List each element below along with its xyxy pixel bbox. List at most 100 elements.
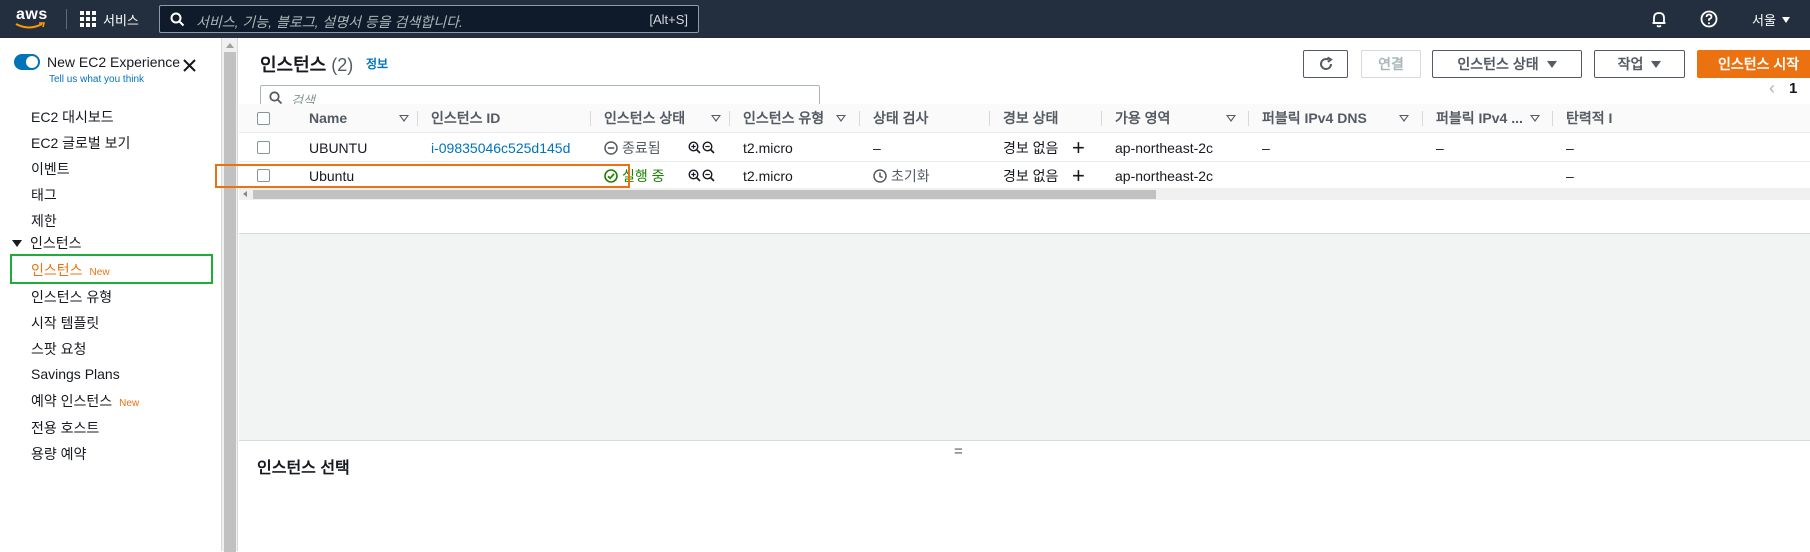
- connect-button[interactable]: 연결: [1361, 50, 1421, 78]
- column-divider: [1101, 111, 1102, 126]
- close-icon[interactable]: [182, 58, 197, 73]
- aws-logo[interactable]: aws: [14, 6, 50, 32]
- cell-name: UBUNTU: [309, 140, 368, 156]
- instances-panel: 인스턴스 (2) 정보 연결 인스턴스 상태 작업 인스턴스 시작 검색 ‹ 1…: [239, 38, 1810, 234]
- sort-icon[interactable]: [1226, 115, 1236, 122]
- sidebar-item-launch-templates[interactable]: 시작 템플릿: [31, 313, 99, 333]
- sidebar-item-reserved-instances[interactable]: 예약 인스턴스 New: [31, 391, 139, 411]
- nav-divider: [66, 9, 67, 29]
- actions-button[interactable]: 작업: [1594, 50, 1685, 78]
- new-experience-toggle[interactable]: [14, 54, 40, 70]
- highlight-box: [215, 164, 630, 188]
- table-horizontal-scrollbar[interactable]: [239, 188, 1810, 200]
- column-header-instance-type[interactable]: 인스턴스 유형: [743, 104, 824, 133]
- sidebar-section-instances[interactable]: 인스턴스: [12, 233, 82, 253]
- sidebar-item-savings-plans[interactable]: Savings Plans: [31, 366, 120, 382]
- clock-icon: [873, 169, 887, 183]
- column-header-instance-state[interactable]: 인스턴스 상태: [604, 104, 685, 133]
- refresh-button[interactable]: [1303, 50, 1348, 78]
- search-shortcut: [Alt+S]: [649, 12, 688, 27]
- stopped-icon: [604, 141, 618, 155]
- highlight-box: [10, 254, 213, 284]
- caret-down-icon: [1781, 16, 1790, 23]
- sort-icon[interactable]: [711, 115, 721, 122]
- refresh-icon: [1319, 56, 1333, 70]
- launch-instances-button[interactable]: 인스턴스 시작: [1697, 50, 1810, 78]
- sidebar-item-label: 예약 인스턴스: [31, 393, 113, 409]
- table-header: Name 인스턴스 ID 인스턴스 상태 인스턴스 유형 상태 검사 경보 상태…: [239, 104, 1810, 133]
- row-checkbox[interactable]: [257, 141, 270, 154]
- column-divider: [1248, 111, 1249, 126]
- column-header-public-dns[interactable]: 퍼블릭 IPv4 DNS: [1262, 104, 1367, 133]
- scroll-up-icon[interactable]: [226, 43, 234, 48]
- add-alarm-icon[interactable]: +: [1072, 162, 1085, 190]
- cell-instance-id[interactable]: i-09835046c525d145d: [431, 134, 570, 162]
- cell-public-ipv4: –: [1436, 140, 1444, 156]
- top-navigation: aws 서비스 서비스, 기능, 블로그, 설명서 등을 검색합니다. [Alt…: [0, 0, 1810, 38]
- column-header-alarm-status[interactable]: 경보 상태: [1003, 104, 1058, 133]
- prev-page-icon[interactable]: ‹: [1769, 78, 1775, 99]
- cell-alarm: 경보 없음: [1003, 168, 1059, 184]
- details-panel: = 인스턴스 선택: [239, 440, 1810, 551]
- help-icon[interactable]: [1700, 10, 1718, 28]
- scroll-left-icon[interactable]: [243, 191, 247, 197]
- pagination: ‹ 1: [1769, 78, 1797, 99]
- global-search-input[interactable]: 서비스, 기능, 블로그, 설명서 등을 검색합니다. [Alt+S]: [159, 5, 699, 33]
- table-row[interactable]: UBUNTU i-09835046c525d145d 종료됨 t2.micro …: [239, 134, 1810, 162]
- cell-type: t2.micro: [743, 168, 793, 184]
- add-alarm-icon[interactable]: +: [1072, 134, 1085, 162]
- aws-smile-icon: [15, 22, 46, 29]
- column-header-availability-zone[interactable]: 가용 영역: [1115, 104, 1170, 133]
- sidebar-section-label: 인스턴스: [30, 235, 82, 251]
- feedback-link[interactable]: Tell us what you think: [49, 74, 144, 85]
- cell-type: t2.micro: [743, 140, 793, 156]
- sidebar-item-global-view[interactable]: EC2 글로벌 보기: [31, 133, 130, 153]
- sidebar-item-dashboard[interactable]: EC2 대시보드: [31, 107, 114, 127]
- instance-count: (2): [331, 55, 354, 75]
- sidebar-item-events[interactable]: 이벤트: [31, 159, 70, 179]
- sort-icon[interactable]: [836, 115, 846, 122]
- page-title-text: 인스턴스: [260, 55, 327, 75]
- column-header-name[interactable]: Name: [309, 104, 347, 133]
- scrollbar-thumb[interactable]: [253, 190, 1156, 199]
- instance-state-button[interactable]: 인스턴스 상태: [1432, 50, 1582, 78]
- column-header-status-check[interactable]: 상태 검사: [873, 104, 928, 133]
- sidebar-item-spot-requests[interactable]: 스팟 요청: [31, 339, 86, 359]
- details-panel-title: 인스턴스 선택: [257, 460, 350, 477]
- column-header-elastic-ip[interactable]: 탄력적 I: [1566, 104, 1612, 133]
- scrollbar-thumb[interactable]: [224, 52, 236, 552]
- column-header-instance-id[interactable]: 인스턴스 ID: [431, 104, 500, 133]
- sidebar-scrollbar[interactable]: [222, 38, 238, 552]
- zoom-icons[interactable]: [688, 141, 716, 155]
- info-link[interactable]: 정보: [366, 55, 388, 72]
- cell-zone: ap-northeast-2c: [1115, 168, 1214, 184]
- column-divider: [729, 111, 730, 126]
- sort-icon[interactable]: [399, 115, 409, 122]
- column-header-public-ipv4[interactable]: 퍼블릭 IPv4 ...: [1436, 104, 1523, 133]
- caret-down-icon: [1546, 60, 1557, 68]
- select-all-checkbox[interactable]: [257, 112, 270, 125]
- zoom-icons[interactable]: [688, 169, 716, 183]
- cell-zone: ap-northeast-2c: [1115, 140, 1214, 156]
- column-divider: [989, 111, 990, 126]
- sidebar-item-instance-types[interactable]: 인스턴스 유형: [31, 287, 112, 307]
- column-divider: [859, 111, 860, 126]
- cell-state: 종료됨: [604, 134, 661, 162]
- region-selector[interactable]: 서울: [1752, 10, 1790, 29]
- cell-elastic-ip: –: [1566, 168, 1574, 184]
- cell-alarm: 경보 없음: [1003, 140, 1059, 156]
- column-divider: [590, 111, 591, 126]
- resize-handle[interactable]: =: [954, 443, 963, 460]
- sort-icon[interactable]: [1399, 115, 1409, 122]
- bell-icon[interactable]: [1650, 10, 1668, 28]
- sidebar-item-capacity-reservations[interactable]: 용량 예약: [31, 444, 86, 464]
- page-number[interactable]: 1: [1789, 80, 1797, 97]
- services-menu[interactable]: 서비스: [80, 10, 139, 28]
- grid-icon: [80, 11, 96, 27]
- sidebar-item-limits[interactable]: 제한: [31, 211, 57, 231]
- sidebar-item-tags[interactable]: 태그: [31, 185, 57, 205]
- sidebar-item-dedicated-hosts[interactable]: 전용 호스트: [31, 418, 99, 438]
- sort-icon[interactable]: [1530, 115, 1540, 122]
- state-label: 종료됨: [622, 140, 661, 156]
- cell-elastic-ip: –: [1566, 140, 1574, 156]
